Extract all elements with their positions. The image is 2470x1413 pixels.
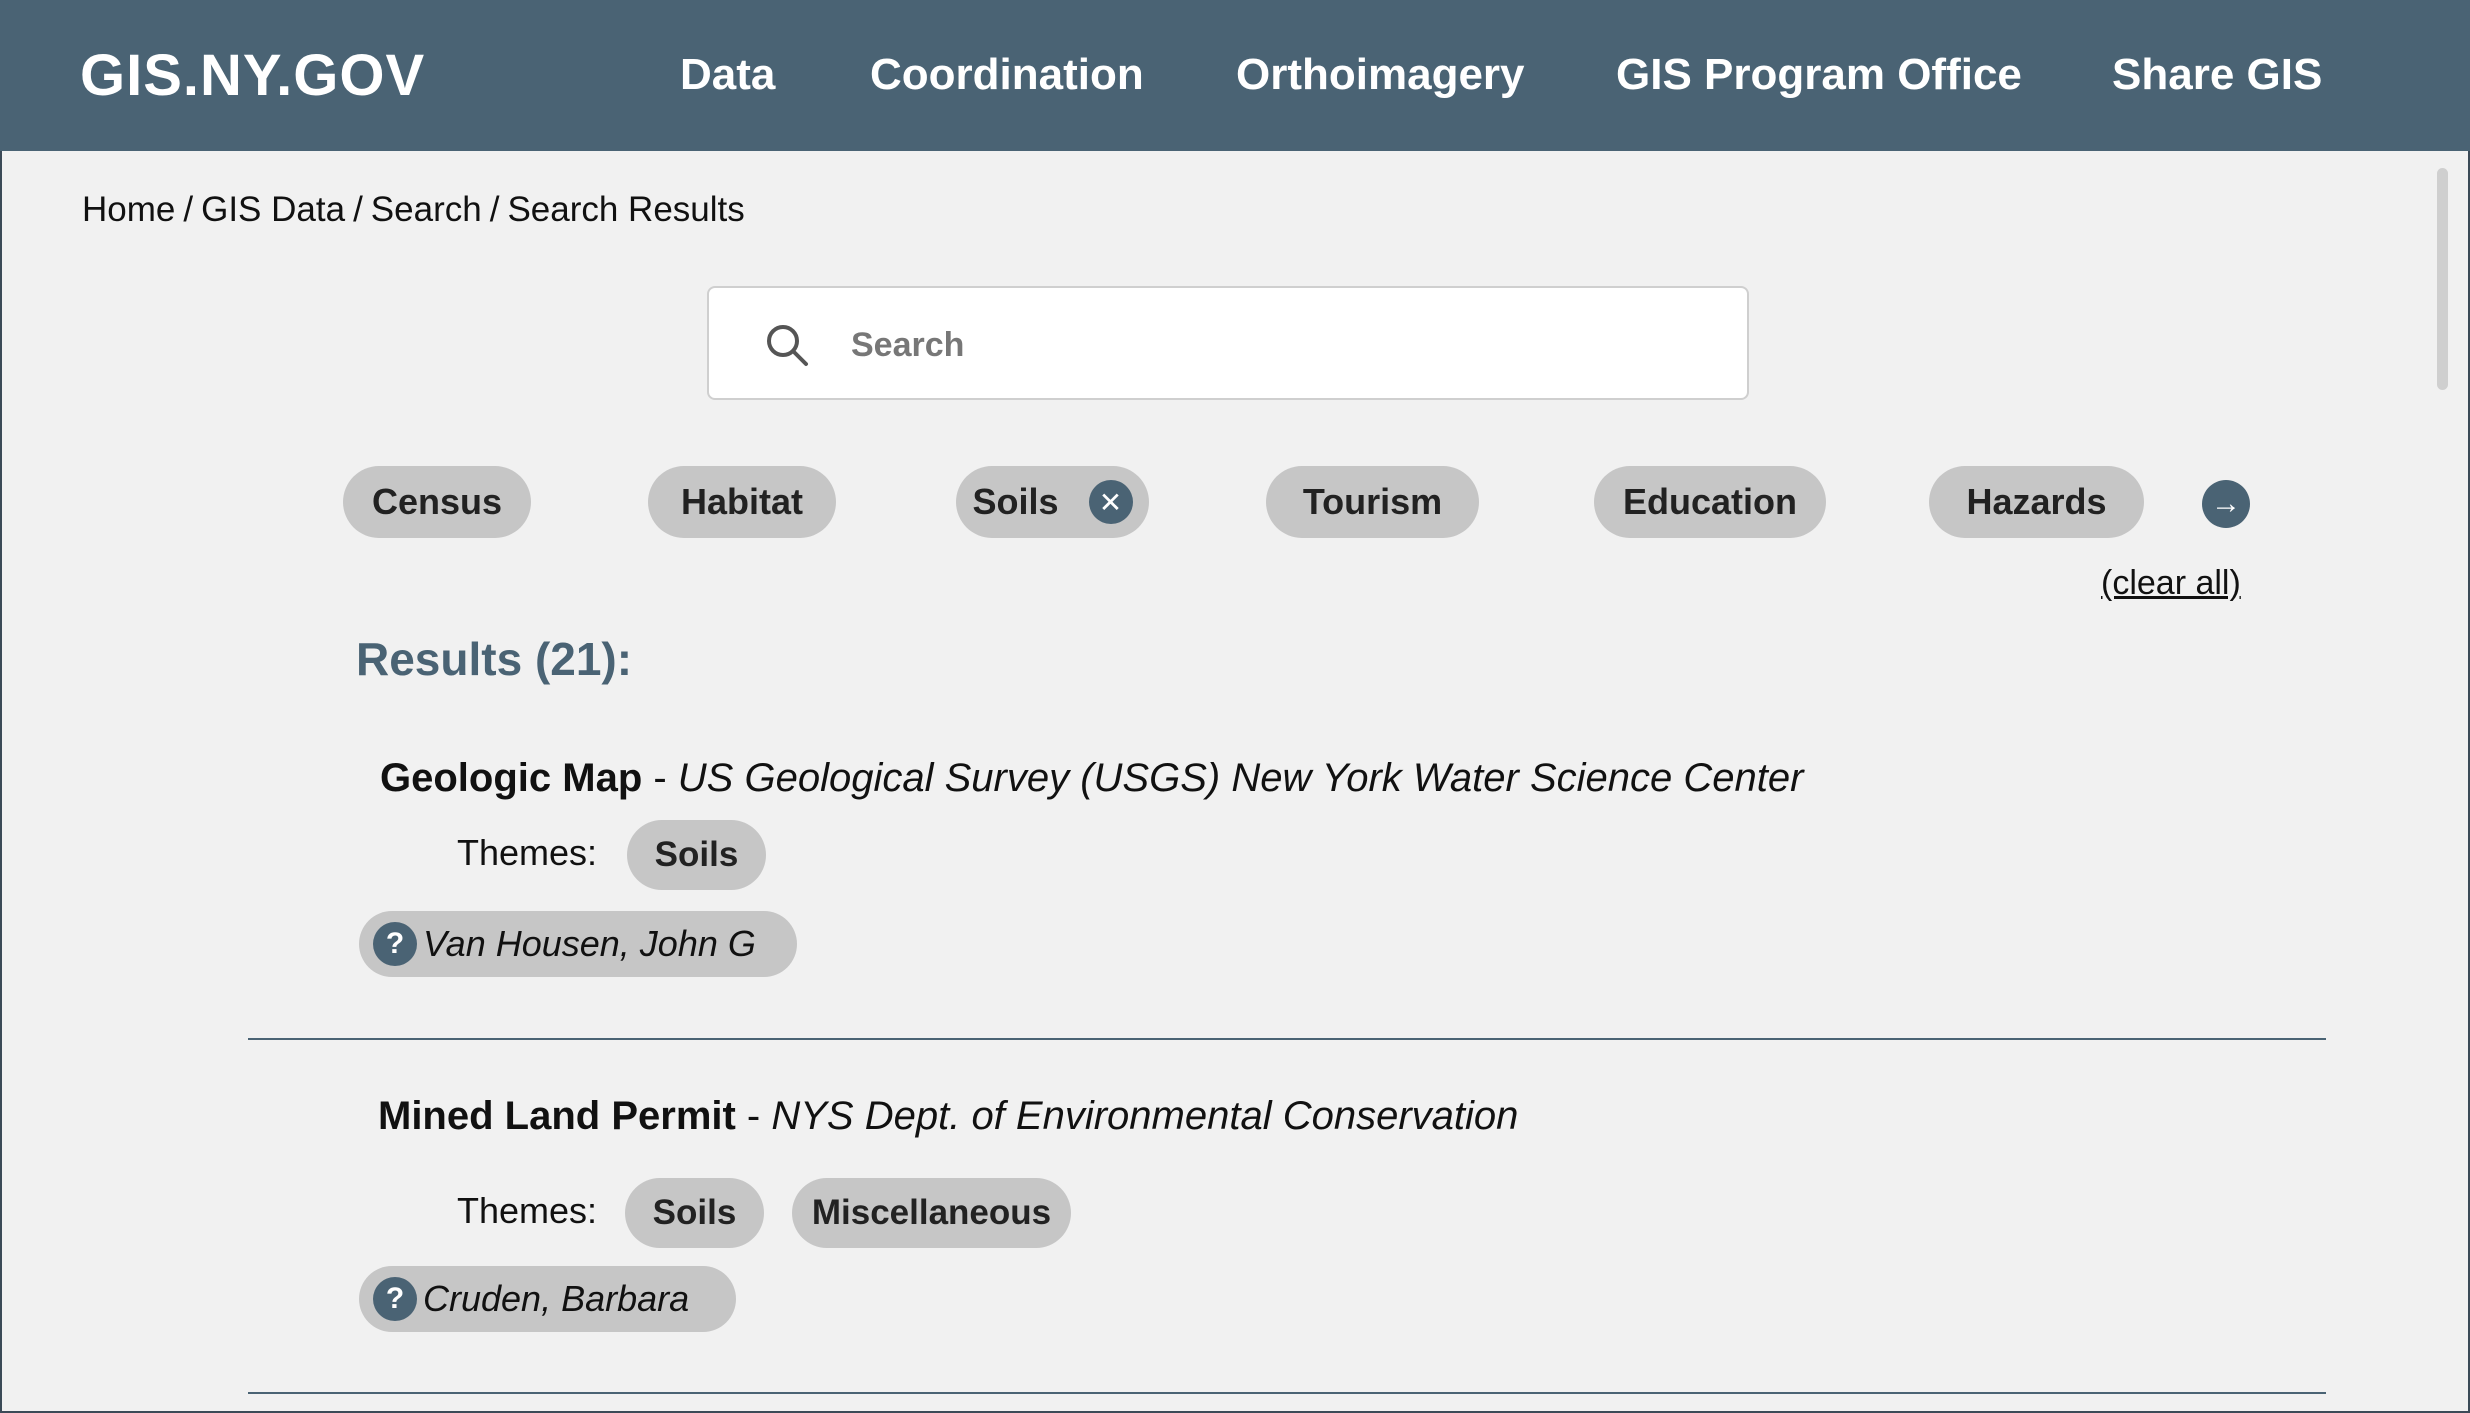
result-divider [248, 1038, 2326, 1040]
search-input[interactable] [849, 312, 1713, 378]
breadcrumb-current: Search Results [507, 190, 745, 229]
nav-orthoimagery[interactable]: Orthoimagery [1236, 50, 1525, 100]
breadcrumb: Home / GIS Data / Search / Search Results [82, 190, 745, 230]
theme-chip-label: Soils [652, 1193, 737, 1232]
breadcrumb-separator: / [489, 190, 500, 229]
clear-all-link[interactable]: (clear all) [2101, 564, 2241, 603]
theme-chip-label: Miscellaneous [811, 1193, 1052, 1232]
filter-chip-label: Soils [972, 481, 1059, 522]
question-icon: ? [373, 922, 417, 966]
filter-chip-label: Hazards [1966, 481, 2107, 522]
result-separator: - [642, 756, 678, 800]
filter-chip-tourism[interactable]: Tourism [1266, 466, 1479, 538]
arrow-right-icon[interactable]: → [2202, 480, 2250, 528]
theme-chip-soils[interactable]: Soils [625, 1178, 764, 1248]
filter-chip-hazards[interactable]: Hazards [1929, 466, 2144, 538]
search-box[interactable] [707, 286, 1749, 400]
filter-chip-education[interactable]: Education [1594, 466, 1826, 538]
theme-chip-soils[interactable]: Soils [627, 820, 766, 890]
breadcrumb-home[interactable]: Home [82, 190, 175, 229]
themes-label: Themes: [457, 1190, 598, 1231]
result-divider [248, 1392, 2326, 1394]
results-heading: Results (21): [356, 633, 633, 685]
filter-chip-label: Habitat [680, 481, 803, 522]
author-name: Van Housen, John G [423, 923, 756, 964]
result-title: Mined Land Permit - NYS Dept. of Environ… [378, 1094, 1518, 1139]
filter-chip-census[interactable]: Census [343, 466, 531, 538]
themes-label: Themes: [457, 832, 598, 873]
nav-coordination[interactable]: Coordination [870, 50, 1144, 100]
result-title: Geologic Map - US Geological Survey (USG… [380, 756, 1803, 801]
nav-share-gis[interactable]: Share GIS [2112, 50, 2322, 100]
filter-chip-soils[interactable]: Soils ✕ [956, 466, 1149, 538]
close-icon[interactable]: ✕ [1088, 480, 1133, 524]
result-name-link[interactable]: Geologic Map [380, 756, 642, 800]
result-organization: NYS Dept. of Environmental Conservation [771, 1094, 1519, 1138]
filter-chip-label: Census [371, 481, 503, 522]
site-header: GIS.NY.GOV Data Coordination Orthoimager… [0, 0, 2470, 151]
breadcrumb-separator: / [183, 190, 194, 229]
filter-chip-label: Education [1622, 481, 1797, 522]
breadcrumb-search[interactable]: Search [371, 190, 482, 229]
filter-chip-label: Tourism [1302, 481, 1443, 522]
filter-chip-habitat[interactable]: Habitat [648, 466, 836, 538]
nav-gis-program-office[interactable]: GIS Program Office [1616, 50, 2022, 100]
result-name-link[interactable]: Mined Land Permit [378, 1094, 736, 1138]
result-organization: US Geological Survey (USGS) New York Wat… [677, 756, 1804, 800]
author-name: Cruden, Barbara [423, 1278, 690, 1319]
question-icon: ? [373, 1277, 417, 1321]
author-chip[interactable]: ? Van Housen, John G [359, 911, 797, 977]
result-separator: - [735, 1094, 772, 1138]
breadcrumb-gis-data[interactable]: GIS Data [201, 190, 345, 229]
theme-chip-miscellaneous[interactable]: Miscellaneous [792, 1178, 1071, 1248]
theme-chip-label: Soils [654, 835, 739, 874]
author-chip[interactable]: ? Cruden, Barbara [359, 1266, 736, 1332]
search-icon [764, 322, 810, 368]
nav-data[interactable]: Data [680, 50, 775, 100]
site-logo[interactable]: GIS.NY.GOV [80, 42, 425, 109]
breadcrumb-separator: / [353, 190, 363, 229]
scrollbar-thumb[interactable] [2437, 168, 2448, 390]
